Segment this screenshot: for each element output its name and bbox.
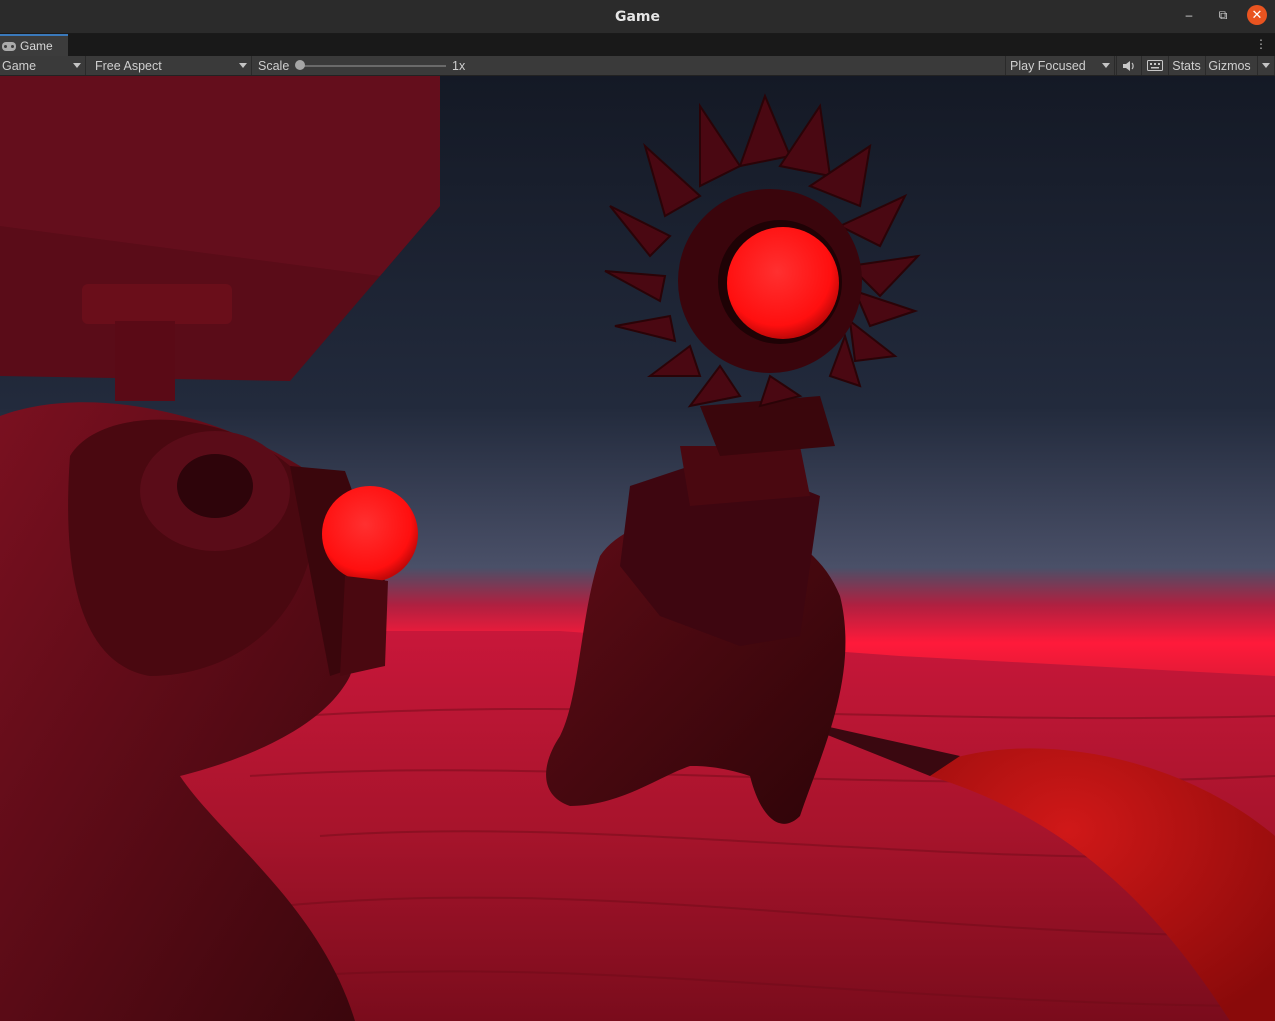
game-viewport[interactable] bbox=[0, 76, 1275, 1021]
keyboard-icon bbox=[1146, 60, 1163, 71]
mute-audio-button[interactable] bbox=[1116, 56, 1140, 75]
window-controls: – ⧉ ✕ bbox=[1179, 5, 1267, 25]
scale-slider-track[interactable] bbox=[300, 65, 446, 67]
play-mode-select[interactable]: Play Focused bbox=[1005, 56, 1115, 75]
gizmos-button[interactable]: Gizmos bbox=[1205, 56, 1257, 75]
tab-strip: Game ⋮ bbox=[0, 34, 1275, 57]
game-window: Game – ⧉ ✕ Game ⋮ Game Free Aspect Scale… bbox=[0, 0, 1275, 1021]
tab-game[interactable]: Game bbox=[0, 34, 68, 56]
keyboard-shortcuts-button[interactable] bbox=[1141, 56, 1167, 75]
close-button[interactable]: ✕ bbox=[1247, 5, 1267, 25]
window-title: Game bbox=[614, 8, 661, 25]
minimize-button[interactable]: – bbox=[1179, 5, 1199, 25]
display-select-label: Game bbox=[2, 58, 37, 73]
play-mode-label: Play Focused bbox=[1010, 58, 1086, 73]
chevron-down-icon bbox=[239, 63, 247, 68]
maximize-button[interactable]: ⧉ bbox=[1213, 5, 1233, 25]
gamepad-icon bbox=[2, 41, 16, 51]
chevron-down-icon bbox=[1102, 63, 1110, 68]
more-options-icon[interactable]: ⋮ bbox=[1255, 37, 1267, 51]
scale-label: Scale bbox=[258, 58, 290, 73]
game-toolbar: Game Free Aspect Scale 1x Play Focused S… bbox=[0, 56, 1275, 76]
scale-value: 1x bbox=[452, 58, 466, 73]
scene-render bbox=[0, 76, 1275, 1021]
aspect-select[interactable]: Free Aspect bbox=[91, 56, 252, 75]
chevron-down-icon bbox=[1262, 63, 1270, 68]
glowing-orb-left bbox=[322, 486, 418, 582]
chevron-down-icon bbox=[73, 63, 81, 68]
title-bar: Game – ⧉ ✕ bbox=[0, 0, 1275, 34]
aspect-select-label: Free Aspect bbox=[95, 58, 162, 73]
speaker-icon bbox=[1122, 60, 1134, 71]
gizmos-dropdown[interactable] bbox=[1257, 56, 1275, 75]
tab-game-label: Game bbox=[20, 39, 53, 53]
scale-slider-handle[interactable] bbox=[295, 60, 305, 70]
display-select[interactable]: Game bbox=[0, 56, 86, 75]
stats-button[interactable]: Stats bbox=[1168, 56, 1204, 75]
glowing-orb-right bbox=[727, 227, 839, 339]
